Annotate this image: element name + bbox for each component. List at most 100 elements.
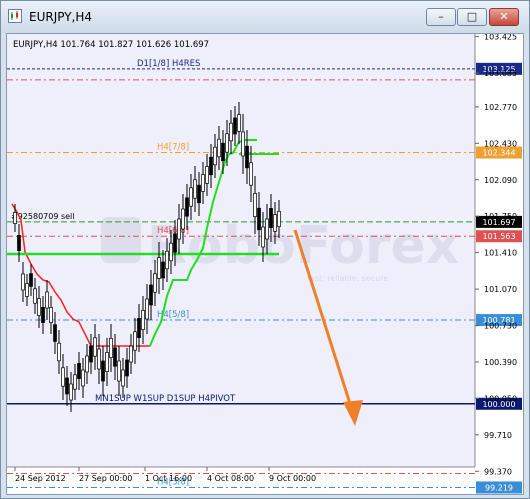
y-tick-label: 103.085: [484, 69, 517, 78]
candle-body: [189, 187, 193, 207]
candle-body: [245, 145, 249, 169]
candle-body: [213, 146, 217, 166]
candle-body: [21, 273, 25, 291]
candle-body: [49, 307, 53, 323]
x-tick-label: 1 Oct 16:00: [145, 474, 192, 483]
candle-body: [137, 318, 141, 338]
candle-body: [129, 345, 133, 363]
candle-body: [193, 179, 197, 199]
candle-body: [41, 307, 45, 323]
x-tick-label: 27 Sep 00:00: [79, 474, 132, 483]
roboforex-logo-icon: [101, 217, 141, 263]
candle-body: [241, 131, 245, 157]
candle-body: [141, 310, 145, 330]
candle-body: [233, 117, 237, 135]
candle-body: [37, 298, 41, 316]
level-label: D1[1/8] H4RES: [137, 59, 200, 69]
y-tick-label: 100.730: [484, 322, 517, 331]
candle-body: [257, 207, 261, 231]
candle-body: [25, 283, 29, 297]
chart-window: EURJPY,H4 – □ ✕ RoboForex fast, reliable…: [0, 0, 530, 499]
candle-body: [113, 347, 117, 367]
candle-body: [109, 338, 113, 358]
x-tick-label: 4 Oct 08:00: [207, 474, 254, 483]
candle-body: [77, 363, 81, 379]
y-tick-label: 99.710: [484, 431, 512, 440]
candle-body: [205, 166, 209, 184]
candle-body: [65, 377, 69, 395]
close-icon: ✕: [499, 10, 509, 23]
candle-body: [209, 156, 213, 176]
level-label: H4[7/8]: [157, 143, 189, 153]
candle-body: [249, 162, 253, 186]
level-price-tag-text: 101.563: [482, 232, 515, 241]
candle-body: [149, 284, 153, 306]
price-chart[interactable]: RoboForex fast, reliable, secure D1[1/8]…: [7, 33, 523, 494]
candle-body: [105, 352, 109, 372]
candle-body: [29, 273, 33, 287]
candle-body: [81, 369, 85, 387]
window-title: EURJPY,H4: [29, 10, 93, 24]
close-button[interactable]: ✕: [489, 8, 519, 26]
candle-body: [101, 360, 105, 382]
candle-body: [169, 242, 173, 262]
candle-body: [121, 369, 125, 387]
candle-body: [217, 138, 221, 158]
candle-body: [185, 197, 189, 217]
candle-body: [181, 208, 185, 230]
candle-body: [201, 174, 205, 192]
candle-body: [173, 233, 177, 253]
candle-body: [89, 345, 93, 363]
candle-body: [157, 257, 161, 279]
y-tick-label: 102.430: [484, 139, 517, 148]
candle-body: [261, 226, 265, 248]
candle-body: [93, 337, 97, 357]
candle-body: [221, 142, 225, 162]
chart-area[interactable]: RoboForex fast, reliable, secure D1[1/8]…: [6, 33, 524, 495]
candle-body: [237, 114, 241, 132]
minimize-button[interactable]: –: [426, 8, 456, 26]
y-tick-label: 102.090: [484, 176, 517, 185]
candle-body: [17, 235, 21, 251]
title-bar[interactable]: EURJPY,H4 – □ ✕: [1, 1, 529, 33]
maximize-icon: □: [466, 10, 478, 23]
candle-body: [277, 211, 281, 227]
candle-body: [197, 184, 201, 204]
candle-body: [13, 212, 17, 224]
chart-app-icon: [8, 9, 22, 23]
candle-body: [225, 133, 229, 153]
ohlc-header: EURJPY,H4 101.764 101.827 101.626 101.69…: [13, 40, 209, 50]
level-label: MN1SUP W1SUP D1SUP H4PIVOT: [95, 394, 236, 404]
candle-body: [273, 214, 277, 232]
y-tick-label: 103.425: [484, 34, 517, 42]
candle-body: [269, 208, 273, 228]
candle-body: [73, 374, 77, 390]
candle-body: [161, 261, 165, 279]
level-price-tag-text: 102.344: [482, 149, 515, 158]
y-tick-label: 102.770: [484, 103, 517, 112]
y-tick-label: 101.750: [484, 212, 517, 221]
candle-body: [165, 250, 169, 270]
candle-body: [57, 342, 61, 362]
candle-body: [229, 122, 233, 142]
candle-body: [45, 291, 49, 309]
candle-body: [97, 348, 101, 370]
maximize-button[interactable]: □: [457, 8, 487, 26]
candle-body: [133, 331, 137, 351]
y-tick-label: 100.050: [484, 394, 517, 403]
candle-body: [125, 359, 129, 377]
candle-body: [177, 218, 181, 240]
x-tick-label: 24 Sep 2012: [15, 474, 66, 483]
x-tick-label: 9 Oct 00:00: [269, 474, 316, 483]
candle-body: [33, 288, 37, 304]
y-tick-label: 101.410: [484, 249, 517, 258]
candle-body: [53, 324, 57, 342]
candle-body: [61, 367, 65, 387]
candle-body: [153, 273, 157, 293]
candle-body: [253, 193, 257, 217]
watermark-tagline: fast, reliable, secure: [307, 274, 388, 283]
y-tick-label: 100.390: [484, 358, 517, 367]
candle-body: [117, 360, 121, 382]
candle-body: [145, 298, 149, 320]
candle-body: [69, 383, 73, 401]
